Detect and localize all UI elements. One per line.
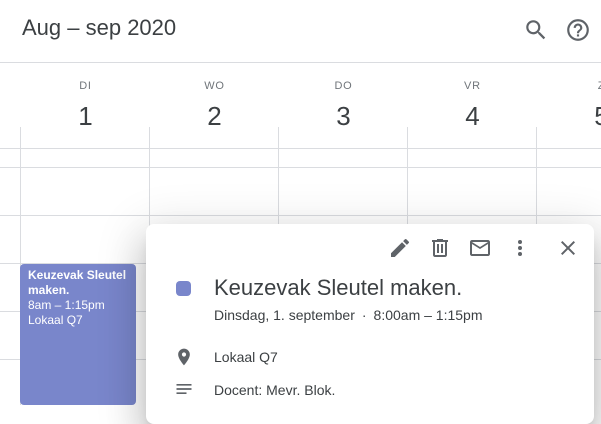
separator: · (361, 307, 367, 323)
more-icon[interactable] (508, 236, 532, 260)
popup-event-title: Keuzevak Sleutel maken. (214, 275, 463, 300)
calendar-header: Aug – sep 2020 (0, 0, 601, 63)
search-icon[interactable] (523, 17, 549, 43)
description-icon (174, 379, 194, 399)
event-location: Lokaal Q7 (28, 313, 83, 327)
hour-line (0, 215, 601, 216)
popup-event-date: Dinsdag, 1. september (214, 307, 355, 323)
event-title: Keuzevak Sleutel maken. (28, 268, 127, 297)
location-pin-icon (174, 347, 194, 367)
popup-event-time: 8:00am – 1:15pm (373, 307, 483, 323)
popup-event-location: Lokaal Q7 (214, 349, 278, 365)
date-range-title: Aug – sep 2020 (22, 15, 177, 40)
close-icon[interactable] (556, 236, 580, 260)
edit-icon[interactable] (388, 236, 412, 260)
popup-event-description: Docent: Mevr. Blok. (214, 382, 336, 398)
event-color-swatch (176, 281, 191, 296)
event-block[interactable]: Keuzevak Sleutel maken. 8am – 1:15pm Lok… (20, 264, 136, 405)
event-time: 8am – 1:15pm (28, 298, 105, 312)
email-icon[interactable] (468, 236, 492, 260)
popup-event-datetime: Dinsdag, 1. september · 8:00am – 1:15pm (214, 307, 483, 323)
delete-icon[interactable] (428, 236, 452, 260)
hour-line (0, 148, 601, 149)
hour-line (0, 167, 601, 168)
event-details-popup: Keuzevak Sleutel maken. Dinsdag, 1. sept… (146, 224, 594, 424)
help-icon[interactable] (565, 17, 591, 43)
